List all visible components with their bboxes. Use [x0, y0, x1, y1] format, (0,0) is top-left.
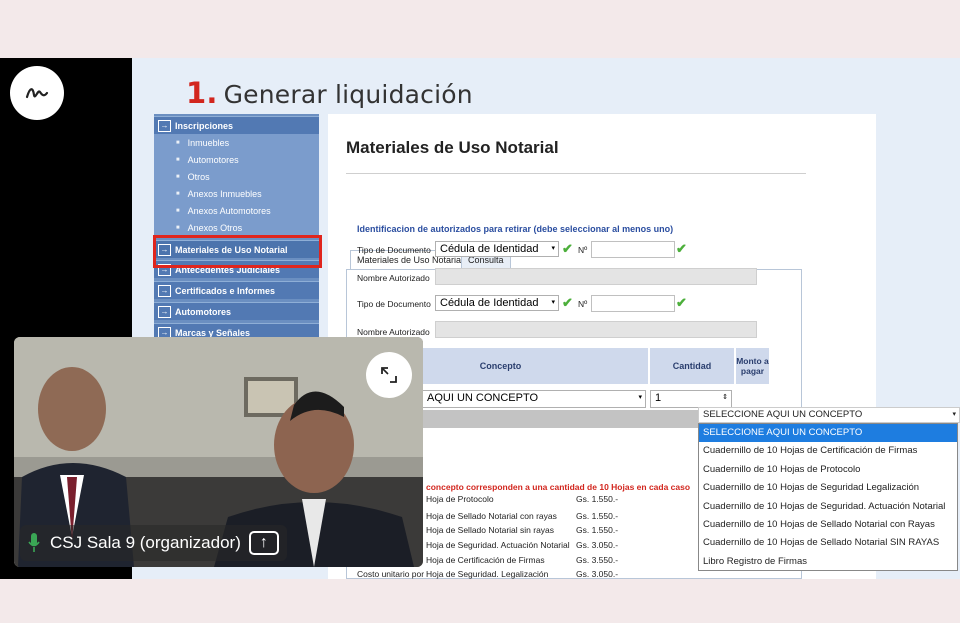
cost-prefix: Costo unitario por — [357, 569, 425, 579]
authorized-name-input-1[interactable] — [435, 268, 757, 285]
panel-title: Materiales de Uso Notarial — [346, 138, 559, 157]
sidebar-item-inmuebles[interactable]: ■ Inmuebles — [154, 134, 319, 152]
selection-highlight-box — [153, 235, 322, 268]
cost-item: Hoja de Sellado Notarial sin rayas — [426, 525, 555, 535]
sidebar-item-anexos-automotores[interactable]: ■ Anexos Automotores — [154, 202, 319, 220]
chevron-down-icon: ▾ — [551, 299, 555, 306]
cost-price: Gs. 3.050.- — [576, 540, 619, 550]
expand-icon — [381, 367, 397, 383]
cost-price: Gs. 3.550.- — [576, 555, 619, 565]
cost-item: Hoja de Certificación de Firmas — [426, 555, 545, 565]
doc-type-label-2: Tipo de Documento — [357, 299, 431, 309]
dropdown-option[interactable]: SELECCIONE AQUI UN CONCEPTO — [699, 424, 957, 443]
stepper-arrows-icon: ⇕ — [722, 394, 728, 401]
bullet-icon: ■ — [176, 208, 180, 214]
column-header-cantidad: Cantidad — [649, 347, 735, 385]
bullet-icon: ■ — [176, 225, 180, 231]
sidebar-item-certificados-informes[interactable]: → Certificados e Informes — [154, 281, 319, 299]
check-icon: ✔ — [676, 295, 687, 310]
name-label-1: Nombre Autorizado — [357, 273, 430, 283]
concepto-dropdown-header[interactable]: SELECCIONE AQUI UN CONCEPTO ▾ — [698, 407, 960, 423]
app-logo[interactable] — [10, 66, 64, 120]
concept-note: concepto corresponden a una cantidad de … — [426, 482, 691, 492]
dropdown-option[interactable]: Cuadernillo de 10 Hojas de Sellado Notar… — [699, 534, 957, 552]
ident-heading: Identificacion de autorizados para retir… — [357, 224, 674, 234]
dropdown-option[interactable]: Cuadernillo de 10 Hojas de Certificación… — [699, 442, 957, 460]
document-number-input-1[interactable] — [591, 241, 675, 258]
cost-price: Gs. 1.550.- — [576, 525, 619, 535]
bullet-icon: ■ — [176, 174, 180, 180]
check-icon: ✔ — [562, 241, 573, 256]
sidebar-item-otros[interactable]: ■ Otros — [154, 168, 319, 186]
cantidad-stepper[interactable]: 1 ⇕ — [650, 390, 732, 408]
chevron-down-icon: ▾ — [551, 245, 555, 252]
expand-video-button[interactable] — [366, 352, 412, 398]
share-icon[interactable]: ↑ — [248, 531, 279, 555]
cost-item: Hoja de Seguridad. Legalización — [426, 569, 549, 579]
arrow-right-icon: → — [158, 284, 171, 297]
microphone-icon — [28, 533, 40, 553]
cost-item: Hoja de Protocolo — [426, 494, 494, 504]
check-icon: ✔ — [562, 295, 573, 310]
check-icon: ✔ — [676, 241, 687, 256]
sidebar-item-automotores-main[interactable]: → Automotores — [154, 302, 319, 320]
dropdown-option[interactable]: Cuadernillo de 10 Hojas de Sellado Notar… — [699, 516, 957, 534]
doc-type-select-2[interactable]: Cédula de Identidad ▾ — [435, 295, 559, 311]
dropdown-option[interactable]: Cuadernillo de 10 Hojas de Seguridad. Ac… — [699, 498, 957, 516]
sidebar-item-automotores[interactable]: ■ Automotores — [154, 151, 319, 169]
participant-name-bar: CSJ Sala 9 (organizador) ↑ — [20, 525, 287, 561]
bullet-icon: ■ — [176, 140, 180, 146]
chevron-down-icon: ▾ — [952, 411, 956, 418]
sidebar-item-inscripciones[interactable]: → Inscripciones — [154, 116, 319, 134]
doc-type-select-1[interactable]: Cédula de Identidad ▾ — [435, 241, 559, 257]
table-row-footer — [422, 410, 698, 428]
divider — [346, 173, 806, 174]
document-number-input-2[interactable] — [591, 295, 675, 312]
cost-price: Gs. 1.550.- — [576, 494, 619, 504]
signature-icon — [25, 88, 49, 99]
sidebar-item-anexos-inmuebles[interactable]: ■ Anexos Inmuebles — [154, 185, 319, 203]
concepto-select[interactable]: AQUI UN CONCEPTO ▾ — [422, 390, 646, 408]
bullet-icon: ■ — [176, 191, 180, 197]
number-label-1: Nº — [578, 245, 588, 255]
slide-title: 1. Generar liquidación — [186, 76, 473, 110]
participant-name: CSJ Sala 9 (organizador) — [50, 533, 241, 552]
authorized-name-input-2[interactable] — [435, 321, 757, 338]
name-label-2: Nombre Autorizado — [357, 327, 430, 337]
dropdown-option[interactable]: Libro Registro de Firmas — [699, 553, 957, 571]
dropdown-option[interactable]: Cuadernillo de 10 Hojas de Protocolo — [699, 461, 957, 479]
arrow-right-icon: → — [158, 305, 171, 318]
arrow-right-icon: → — [158, 119, 171, 132]
number-label-2: Nº — [578, 299, 588, 309]
cost-item: Hoja de Seguridad. Actuación Notarial — [426, 540, 570, 550]
bullet-icon: ■ — [176, 157, 180, 163]
chevron-down-icon: ▾ — [638, 394, 642, 401]
concepto-dropdown-list: SELECCIONE AQUI UN CONCEPTO Cuadernillo … — [698, 423, 958, 571]
cost-item: Hoja de Sellado Notarial con rayas — [426, 511, 557, 521]
slide-number: 1. — [186, 76, 218, 110]
slide-title-text: Generar liquidación — [223, 80, 473, 109]
doc-type-label-1: Tipo de Documento — [357, 245, 431, 255]
cost-price: Gs. 1.550.- — [576, 511, 619, 521]
sidebar-menu: → Inscripciones ■ Inmuebles ■ Automotores ■… — [154, 114, 319, 342]
cost-price: Gs. 3.050.- — [576, 569, 619, 579]
dropdown-option[interactable]: Cuadernillo de 10 Hojas de Seguridad Leg… — [699, 479, 957, 497]
column-header-monto: Monto a pagar — [735, 347, 770, 385]
